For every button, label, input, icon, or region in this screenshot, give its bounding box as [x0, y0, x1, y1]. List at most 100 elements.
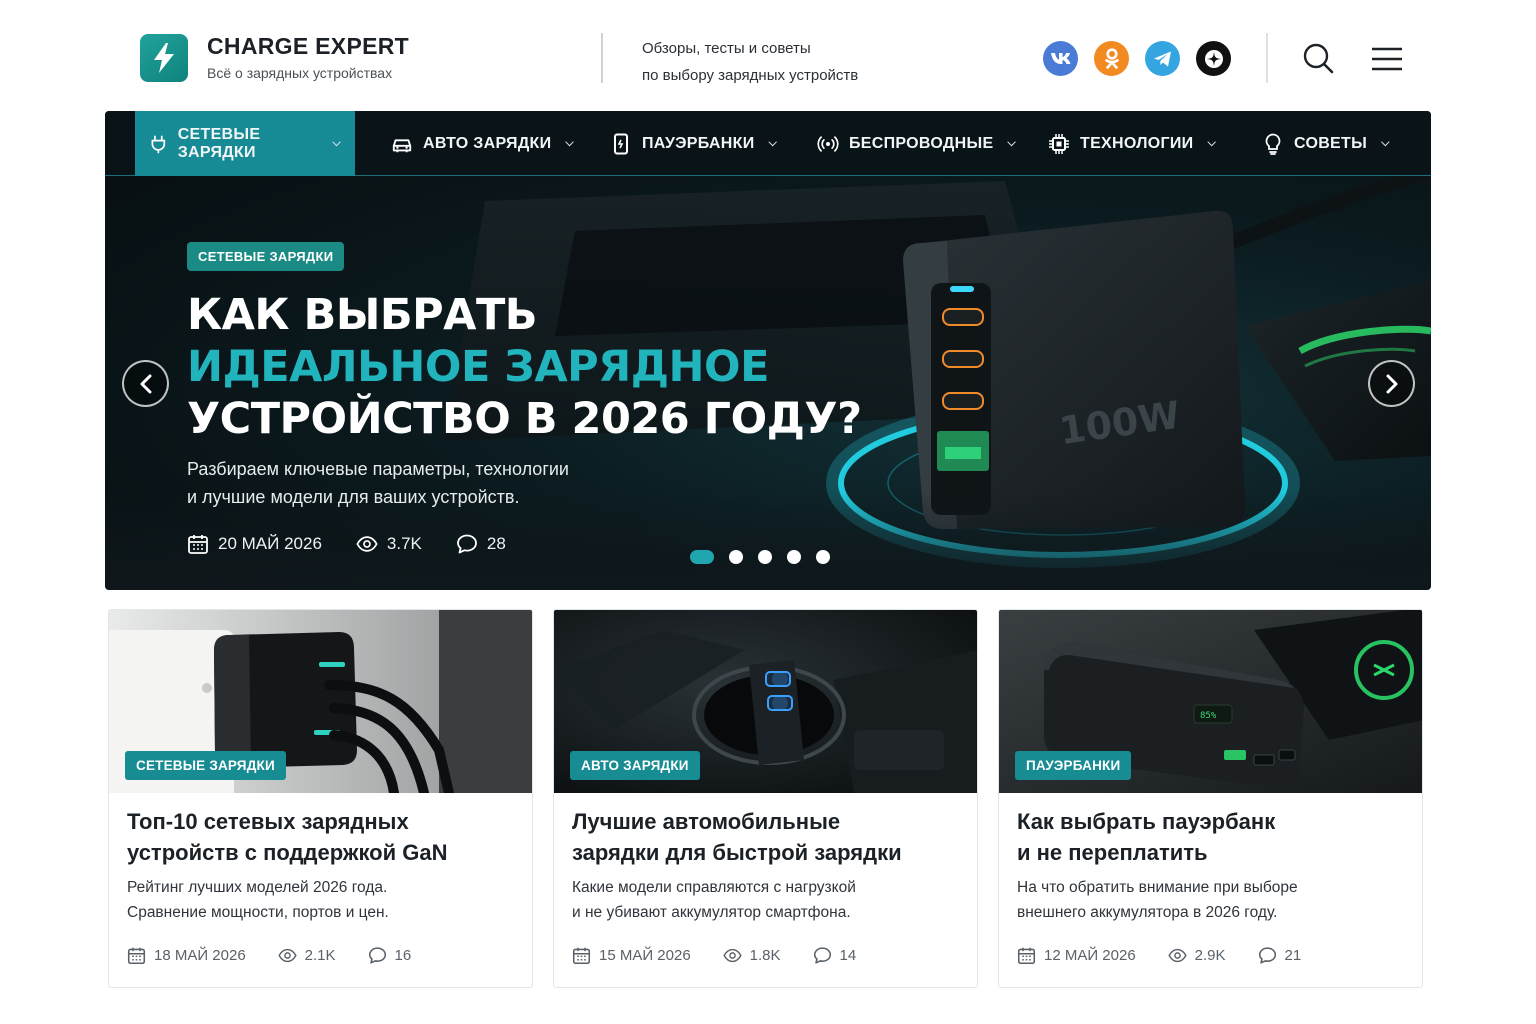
- slider-dot[interactable]: [816, 550, 830, 564]
- calendar-icon: [572, 947, 591, 965]
- article-views: 2.9K: [1168, 946, 1226, 965]
- hero-title[interactable]: КАК ВЫБРАТЬ ИДЕАЛЬНОЕ ЗАРЯДНОЕ УСТРОЙСТВ…: [187, 289, 862, 445]
- comment-icon: [456, 534, 477, 554]
- vk-icon[interactable]: [1043, 41, 1078, 76]
- calendar-icon: [188, 535, 208, 554]
- article-date: 15 МАЙ 2026: [572, 946, 691, 965]
- article-card[interactable]: АВТО ЗАРЯДКИ Лучшие автомобильные зарядк…: [553, 609, 978, 988]
- article-views-text: 2.1K: [304, 947, 336, 964]
- nav-item-powerbanks[interactable]: ПАУЭРБАНКИ ⌵: [610, 111, 777, 176]
- article-image[interactable]: 85% ПАУЭРБАНКИ: [999, 610, 1422, 793]
- plug-icon: [151, 135, 166, 153]
- slider-dot[interactable]: [729, 550, 743, 564]
- hero-date: 20 МАЙ 2026: [187, 533, 322, 555]
- article-comments: 21: [1258, 946, 1302, 965]
- article-category-badge[interactable]: ПАУЭРБАНКИ: [1015, 751, 1132, 780]
- comment-icon: [1258, 947, 1276, 964]
- eye-icon: [356, 536, 378, 552]
- slider-dot[interactable]: [758, 550, 772, 564]
- site-tagline: Обзоры, тесты и советы по выбору зарядны…: [642, 40, 859, 84]
- article-comments-text: 14: [839, 947, 857, 964]
- hero-title-accent: ИДЕАЛЬНОЕ ЗАРЯДНОЕ: [187, 342, 769, 392]
- hero-views-text: 3.7K: [386, 534, 422, 553]
- article-title[interactable]: Как выбрать пауэрбанк и не переплатить: [1017, 806, 1412, 868]
- article-date-text: 15 МАЙ 2026: [599, 947, 691, 964]
- chevron-left-icon: [140, 374, 151, 393]
- hero-description: Разбираем ключевые параметры, технологии…: [187, 459, 569, 507]
- chevron-down-icon: ⌵: [565, 137, 575, 149]
- article-title[interactable]: Топ-10 сетевых зарядных устройств с подд…: [127, 806, 522, 868]
- header-divider: [1266, 33, 1268, 83]
- article-views: 1.8K: [723, 946, 781, 965]
- telegram-icon[interactable]: [1145, 41, 1180, 76]
- chip-icon: [1049, 133, 1069, 154]
- slider-dot[interactable]: [690, 550, 714, 564]
- article-views-text: 2.9K: [1194, 947, 1226, 964]
- article-views-text: 1.8K: [749, 947, 781, 964]
- article-category-badge[interactable]: СЕТЕВЫЕ ЗАРЯДКИ: [125, 751, 286, 780]
- wireless-icon: [817, 135, 839, 152]
- hero-slider: 100W СЕТЕВЫЕ ЗАРЯДКИ ⌵ АВТО ЗАРЯДКИ ⌵ ПА…: [105, 111, 1431, 590]
- nav-item-tips[interactable]: СОВЕТЫ ⌵: [1262, 111, 1390, 176]
- hero-comments: 28: [456, 533, 506, 555]
- article-meta: 12 МАЙ 2026 2.9K 21: [1017, 946, 1333, 965]
- slider-dot[interactable]: [787, 550, 801, 564]
- slider-next-button[interactable]: [1368, 360, 1415, 407]
- slider-pagination: [690, 550, 830, 564]
- article-description: На что обратить внимание при выборе внеш…: [1017, 879, 1298, 921]
- header-divider: [601, 33, 603, 83]
- article-image[interactable]: АВТО ЗАРЯДКИ: [554, 610, 977, 793]
- article-card[interactable]: СЕТЕВЫЕ ЗАРЯДКИ Топ-10 сетевых зарядных …: [108, 609, 533, 988]
- odnoklassniki-icon[interactable]: [1094, 41, 1129, 76]
- article-views: 2.1K: [278, 946, 336, 965]
- nav-label: ПАУЭРБАНКИ: [642, 134, 755, 152]
- nav-item-wireless[interactable]: БЕСПРОВОДНЫЕ ⌵: [817, 111, 1016, 176]
- hero-title-line: УСТРОЙСТВО В 2026 ГОДУ?: [187, 394, 862, 444]
- search-icon: [1303, 43, 1334, 74]
- nav-item-network-chargers[interactable]: СЕТЕВЫЕ ЗАРЯДКИ ⌵: [135, 111, 355, 176]
- calendar-icon: [127, 947, 146, 965]
- nav-label: ТЕХНОЛОГИИ: [1080, 134, 1194, 152]
- article-image[interactable]: СЕТЕВЫЕ ЗАРЯДКИ: [109, 610, 532, 793]
- chevron-down-icon: ⌵: [1207, 137, 1217, 149]
- nav-label: СОВЕТЫ: [1294, 134, 1368, 152]
- article-meta: 18 МАЙ 2026 2.1K 16: [127, 946, 443, 965]
- brand-name[interactable]: CHARGE EXPERT: [207, 33, 409, 60]
- article-comments: 16: [368, 946, 412, 965]
- comment-icon: [813, 947, 831, 964]
- article-comments-text: 16: [394, 947, 412, 964]
- comment-icon: [368, 947, 386, 964]
- chevron-down-icon: ⌵: [768, 137, 778, 149]
- search-button[interactable]: [1302, 42, 1334, 74]
- svg-text:85%: 85%: [1200, 711, 1217, 721]
- hero-views: 3.7K: [356, 533, 422, 555]
- article-meta: 15 МАЙ 2026 1.8K 14: [572, 946, 888, 965]
- article-comments-text: 21: [1284, 947, 1302, 964]
- nav-label: АВТО ЗАРЯДКИ: [423, 134, 552, 152]
- lightning-icon: [154, 43, 174, 73]
- nav-item-technologies[interactable]: ТЕХНОЛОГИИ ⌵: [1048, 111, 1216, 176]
- brand-subtitle: Всё о зарядных устройствах: [207, 65, 393, 81]
- eye-icon: [723, 948, 742, 963]
- nav-label: СЕТЕВЫЕ ЗАРЯДКИ: [177, 125, 261, 161]
- hero-category-badge[interactable]: СЕТЕВЫЕ ЗАРЯДКИ: [187, 242, 345, 271]
- nav-item-car-chargers[interactable]: АВТО ЗАРЯДКИ ⌵: [391, 111, 574, 176]
- dzen-icon[interactable]: [1196, 41, 1231, 76]
- hero-title-line: КАК ВЫБРАТЬ: [187, 290, 538, 340]
- article-category-badge[interactable]: АВТО ЗАРЯДКИ: [570, 751, 700, 780]
- article-card[interactable]: 85% ПАУЭРБАНКИ Как выбрать пауэрбанк и н…: [998, 609, 1423, 988]
- eye-icon: [1168, 948, 1187, 963]
- powerbank-icon: [614, 133, 628, 154]
- hero-meta: 20 МАЙ 2026 3.7K 28: [187, 533, 540, 555]
- menu-button[interactable]: [1371, 46, 1403, 72]
- eye-icon: [278, 948, 297, 963]
- slider-prev-button[interactable]: [122, 360, 169, 407]
- nav-label: БЕСПРОВОДНЫЕ: [849, 134, 994, 152]
- social-links: [1043, 41, 1231, 76]
- article-date: 12 МАЙ 2026: [1017, 946, 1136, 965]
- article-date: 18 МАЙ 2026: [127, 946, 246, 965]
- article-description: Какие модели справляются с нагрузкой и н…: [572, 879, 856, 921]
- logo[interactable]: [140, 34, 188, 82]
- article-title[interactable]: Лучшие автомобильные зарядки для быстрой…: [572, 806, 967, 868]
- hero-comments-text: 28: [486, 534, 506, 553]
